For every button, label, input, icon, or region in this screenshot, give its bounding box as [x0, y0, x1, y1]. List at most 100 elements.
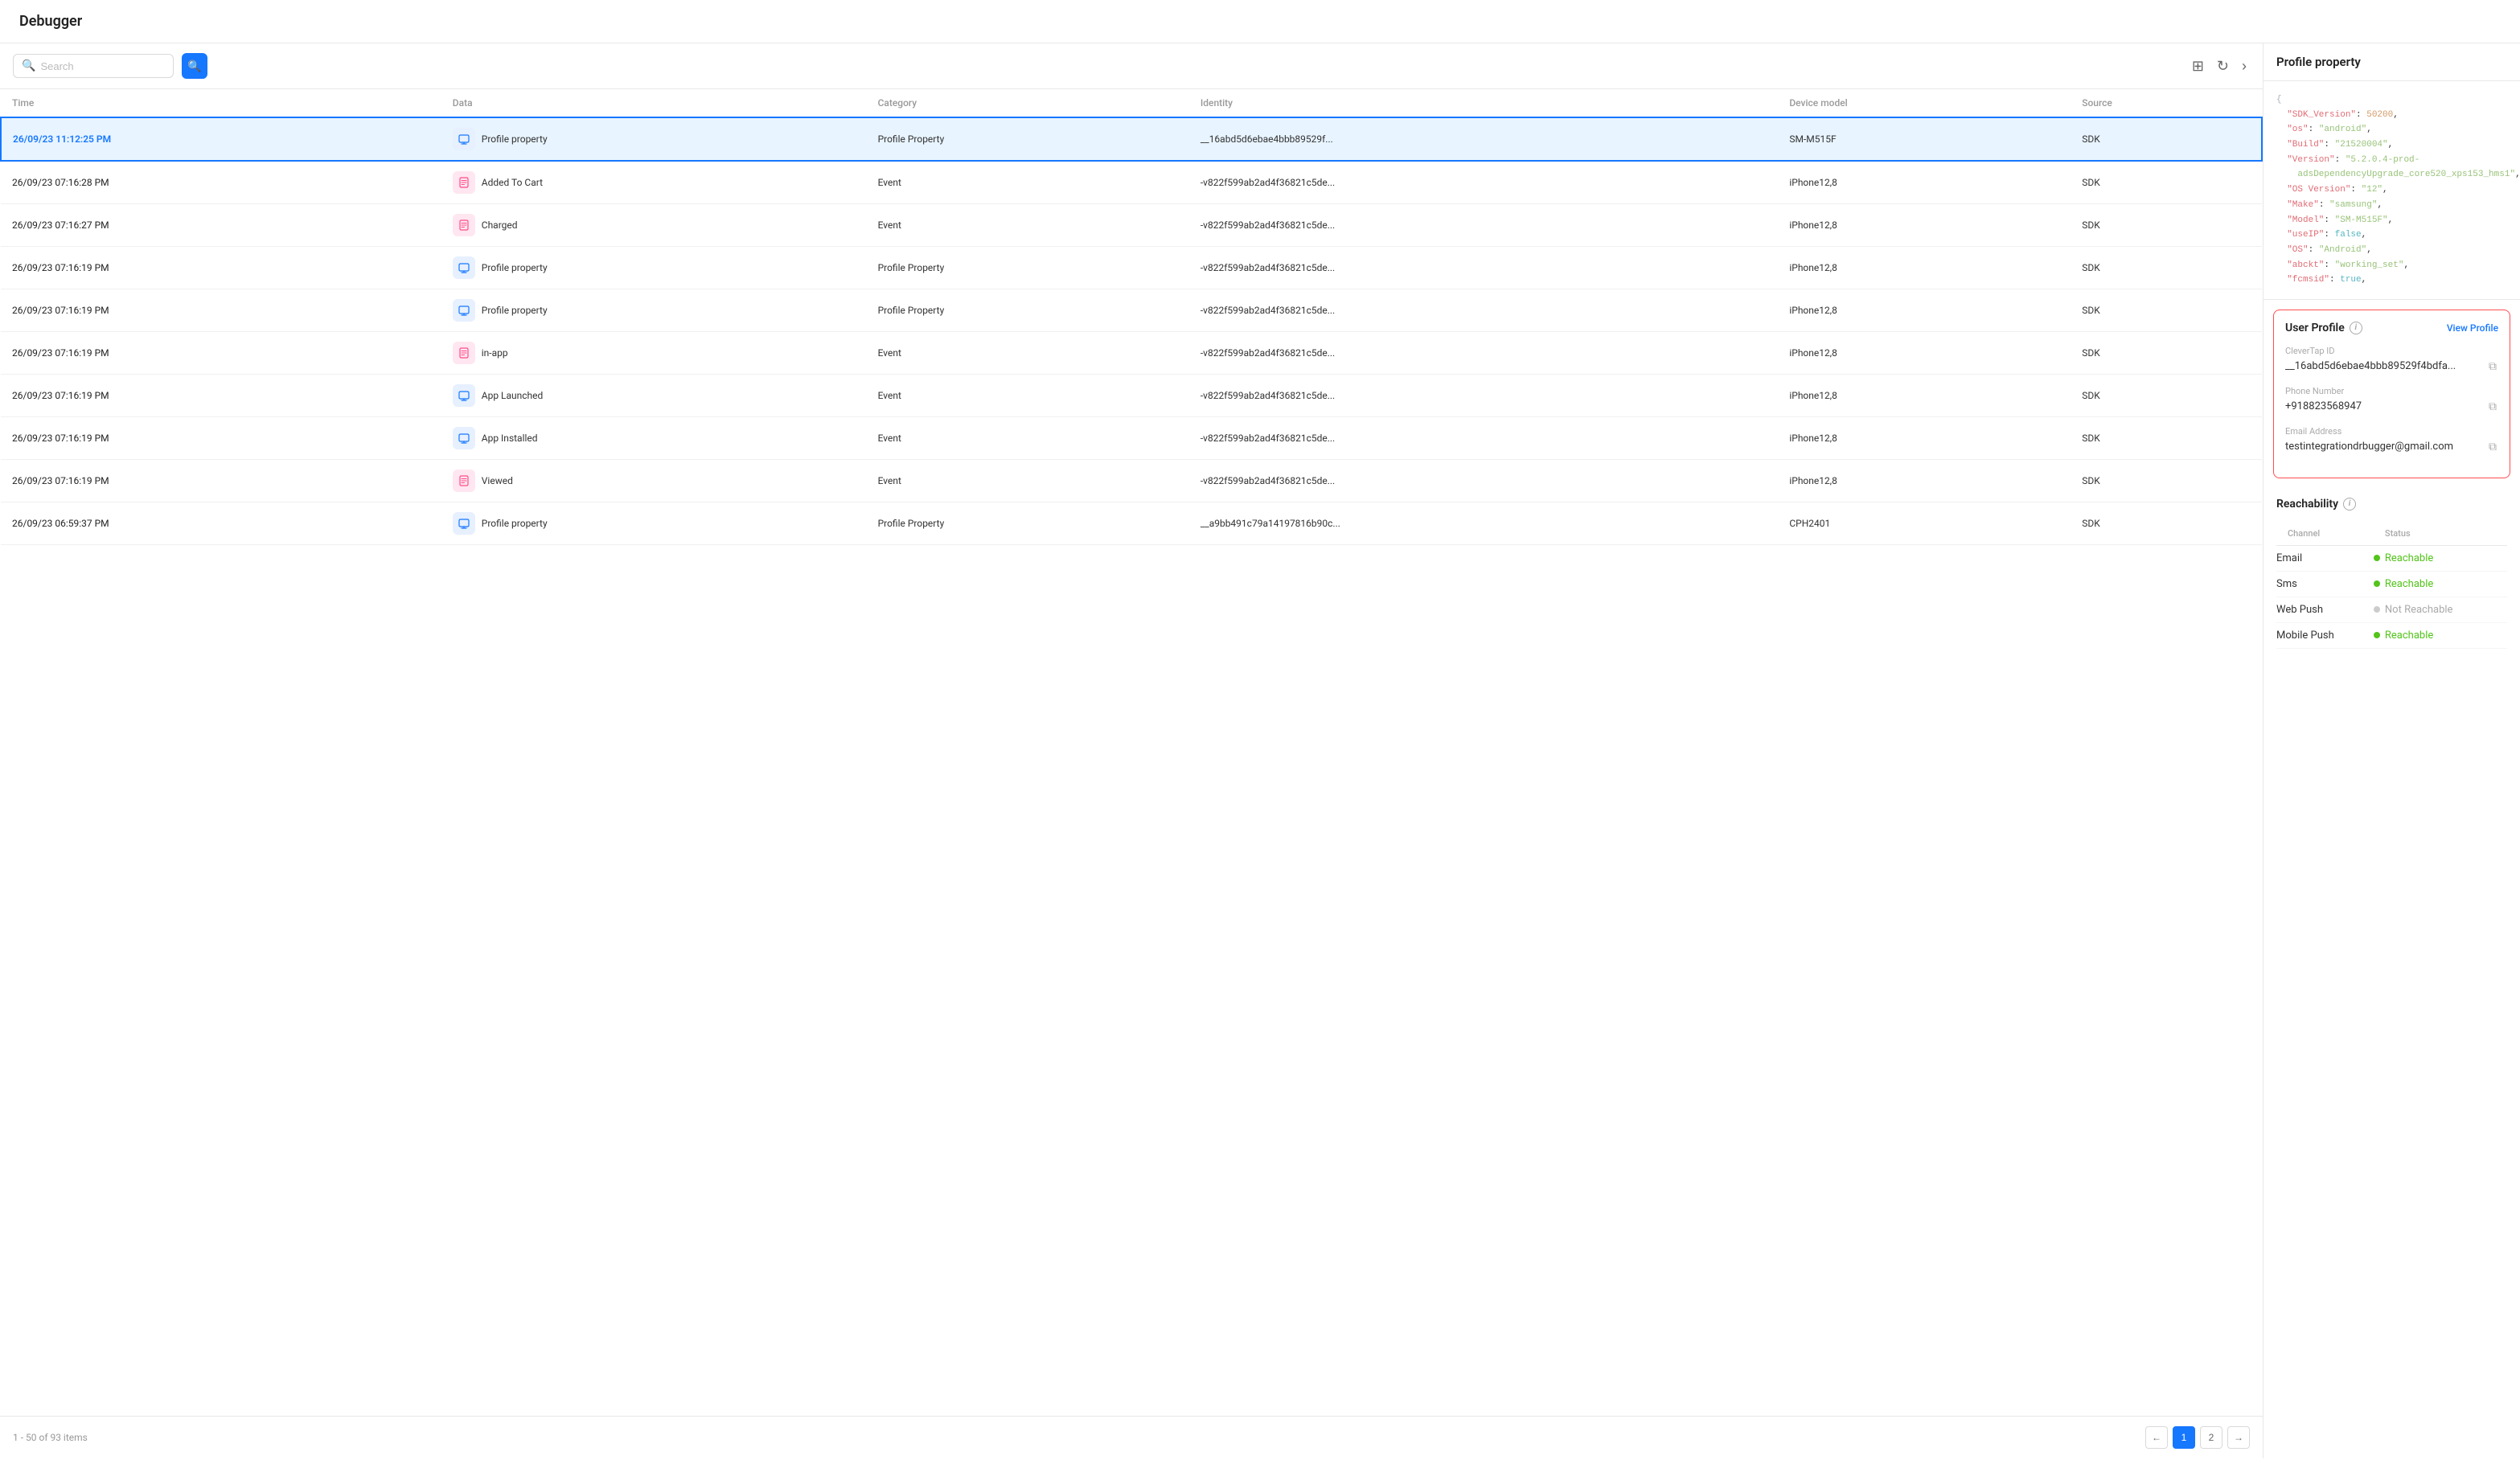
cell-source: SDK	[2071, 502, 2262, 545]
cell-time: 26/09/23 11:12:25 PM	[1, 117, 441, 161]
expand-icon-button[interactable]: ›	[2239, 55, 2250, 78]
view-profile-link[interactable]: View Profile	[2447, 322, 2498, 334]
search-input[interactable]	[40, 60, 153, 72]
phone-value: +918823568947	[2285, 400, 2362, 412]
cell-data: Profile property	[441, 247, 867, 289]
right-panel-header: Profile property	[2263, 43, 2520, 81]
phone-copy-button[interactable]: ⧉	[2487, 398, 2498, 415]
table-row[interactable]: 26/09/23 07:16:28 PMAdded To CartEvent-v…	[1, 161, 2262, 204]
reachability-status: Reachable	[2374, 571, 2507, 597]
cell-device-model: SM-M515F	[1778, 117, 2071, 161]
pagination-page-2[interactable]: 2	[2200, 1426, 2222, 1449]
cell-source: SDK	[2071, 460, 2262, 502]
table-row[interactable]: 26/09/23 07:16:19 PMApp LaunchedEvent-v8…	[1, 375, 2262, 417]
email-field: Email Address testintegrationdrbugger@gm…	[2285, 426, 2498, 455]
user-profile-header: User Profile i View Profile	[2285, 322, 2498, 334]
cell-source: SDK	[2071, 417, 2262, 460]
reachability-body: EmailReachableSmsReachableWeb PushNot Re…	[2276, 545, 2507, 648]
reachability-info-icon: i	[2343, 498, 2356, 511]
event-icon	[453, 512, 475, 535]
clevertap-id-field: CleverTap ID __16abd5d6ebae4bbb89529f4bd…	[2285, 346, 2498, 375]
pagination: 1 - 50 of 93 items ← 1 2 →	[0, 1416, 2263, 1458]
toolbar: 🔍 🔍 ⊞ ↻ ›	[0, 43, 2263, 89]
email-label: Email Address	[2285, 426, 2498, 437]
table-row[interactable]: 26/09/23 06:59:37 PMProfile propertyProf…	[1, 502, 2262, 545]
search-button[interactable]: 🔍	[182, 53, 207, 79]
user-profile-info-icon: i	[2350, 322, 2362, 334]
event-icon	[453, 214, 475, 236]
left-panel: 🔍 🔍 ⊞ ↻ › Time Data Category	[0, 43, 2263, 1458]
phone-label: Phone Number	[2285, 386, 2498, 396]
table-row[interactable]: 26/09/23 07:16:19 PMProfile propertyProf…	[1, 289, 2262, 332]
cell-identity: -v822f599ab2ad4f36821c5de...	[1189, 289, 1778, 332]
reachability-channel: Sms	[2276, 571, 2374, 597]
event-icon	[453, 171, 475, 194]
cell-device-model: iPhone12,8	[1778, 332, 2071, 375]
status-dot	[2374, 555, 2380, 561]
reachability-row: Web PushNot Reachable	[2276, 597, 2507, 622]
columns-icon-button[interactable]: ⊞	[2189, 55, 2207, 78]
email-copy-button[interactable]: ⧉	[2487, 438, 2498, 455]
table-row[interactable]: 26/09/23 11:12:25 PMProfile propertyProf…	[1, 117, 2262, 161]
search-icon: 🔍	[22, 59, 35, 72]
reachability-row: EmailReachable	[2276, 545, 2507, 571]
table-row[interactable]: 26/09/23 07:16:19 PMin-appEvent-v822f599…	[1, 332, 2262, 375]
cell-source: SDK	[2071, 117, 2262, 161]
cell-device-model: iPhone12,8	[1778, 375, 2071, 417]
right-panel-title: Profile property	[2276, 55, 2361, 69]
pagination-prev[interactable]: ←	[2145, 1426, 2168, 1449]
refresh-icon-button[interactable]: ↻	[2214, 55, 2232, 78]
app-header: Debugger	[0, 0, 2520, 43]
reachability-table: Channel Status EmailReachableSmsReachabl…	[2276, 520, 2507, 649]
cell-category: Event	[867, 204, 1189, 247]
cell-device-model: CPH2401	[1778, 502, 2071, 545]
table-header-row: Time Data Category Identity Device model…	[1, 89, 2262, 117]
clevertap-id-copy-button[interactable]: ⧉	[2487, 358, 2498, 375]
status-col-header: Status	[2374, 520, 2507, 546]
cell-data: Added To Cart	[441, 161, 867, 204]
user-profile-section: User Profile i View Profile CleverTap ID…	[2273, 310, 2510, 478]
col-category: Category	[867, 89, 1189, 117]
event-icon	[453, 384, 475, 407]
cell-identity: -v822f599ab2ad4f36821c5de...	[1189, 375, 1778, 417]
status-dot	[2374, 580, 2380, 587]
pagination-controls: ← 1 2 →	[2145, 1426, 2250, 1449]
cell-time: 26/09/23 07:16:19 PM	[1, 247, 441, 289]
cell-category: Event	[867, 332, 1189, 375]
search-button-icon: 🔍	[187, 59, 201, 73]
cell-time: 26/09/23 07:16:19 PM	[1, 417, 441, 460]
events-table: Time Data Category Identity Device model…	[0, 89, 2263, 545]
cell-identity: -v822f599ab2ad4f36821c5de...	[1189, 161, 1778, 204]
cell-time: 26/09/23 07:16:27 PM	[1, 204, 441, 247]
status-dot	[2374, 606, 2380, 613]
table-container: Time Data Category Identity Device model…	[0, 89, 2263, 1416]
pagination-page-1[interactable]: 1	[2173, 1426, 2195, 1449]
cell-device-model: iPhone12,8	[1778, 417, 2071, 460]
phone-value-row: +918823568947 ⧉	[2285, 398, 2498, 415]
col-data: Data	[441, 89, 867, 117]
reachability-title: Reachability	[2276, 498, 2338, 511]
table-row[interactable]: 26/09/23 07:16:19 PMProfile propertyProf…	[1, 247, 2262, 289]
toolbar-icons: ⊞ ↻ ›	[2189, 55, 2250, 78]
pagination-info: 1 - 50 of 93 items	[13, 1432, 88, 1443]
cell-category: Event	[867, 161, 1189, 204]
search-wrapper: 🔍	[13, 54, 174, 78]
reachability-row: Mobile PushReachable	[2276, 622, 2507, 648]
cell-data: App Installed	[441, 417, 867, 460]
cell-time: 26/09/23 06:59:37 PM	[1, 502, 441, 545]
cell-device-model: iPhone12,8	[1778, 247, 2071, 289]
pagination-next[interactable]: →	[2227, 1426, 2250, 1449]
app-title: Debugger	[19, 13, 82, 30]
cell-identity: __16abd5d6ebae4bbb89529f...	[1189, 117, 1778, 161]
reachability-header-row: Channel Status	[2276, 520, 2507, 546]
table-row[interactable]: 26/09/23 07:16:19 PMApp InstalledEvent-v…	[1, 417, 2262, 460]
cell-source: SDK	[2071, 289, 2262, 332]
col-identity: Identity	[1189, 89, 1778, 117]
cell-identity: -v822f599ab2ad4f36821c5de...	[1189, 247, 1778, 289]
table-row[interactable]: 26/09/23 07:16:19 PMViewedEvent-v822f599…	[1, 460, 2262, 502]
cell-data: Profile property	[441, 117, 867, 161]
table-row[interactable]: 26/09/23 07:16:27 PMChargedEvent-v822f59…	[1, 204, 2262, 247]
clevertap-id-value-row: __16abd5d6ebae4bbb89529f4bdfa... ⧉	[2285, 358, 2498, 375]
cell-device-model: iPhone12,8	[1778, 161, 2071, 204]
cell-source: SDK	[2071, 375, 2262, 417]
